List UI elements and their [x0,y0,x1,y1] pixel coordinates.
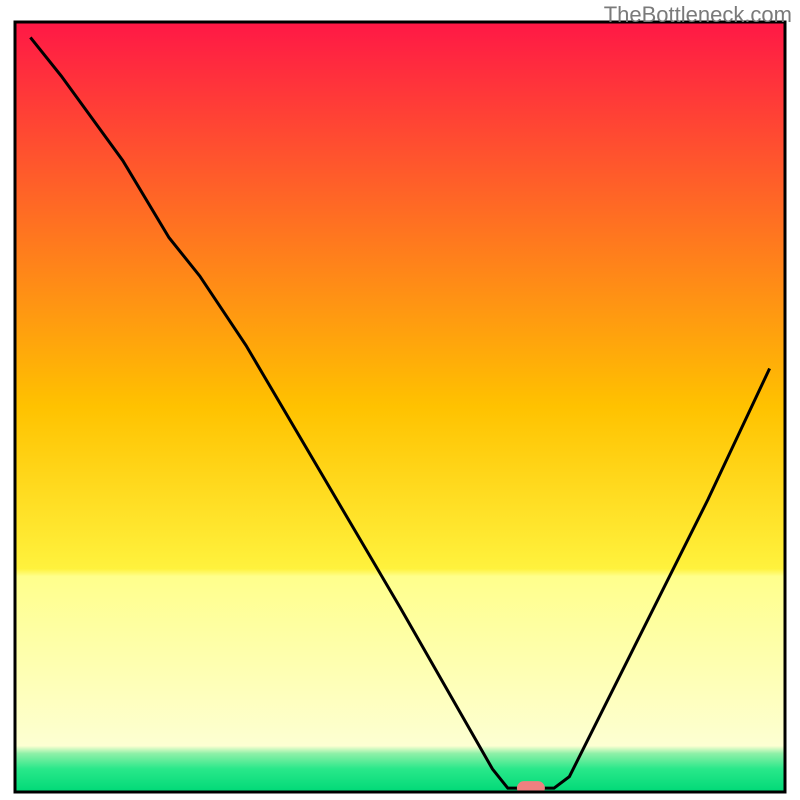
chart-container: { "watermark": "TheBottleneck.com", "cha… [0,0,800,800]
gradient-background [15,22,785,792]
watermark-text: TheBottleneck.com [604,2,792,28]
bottleneck-chart [0,0,800,800]
